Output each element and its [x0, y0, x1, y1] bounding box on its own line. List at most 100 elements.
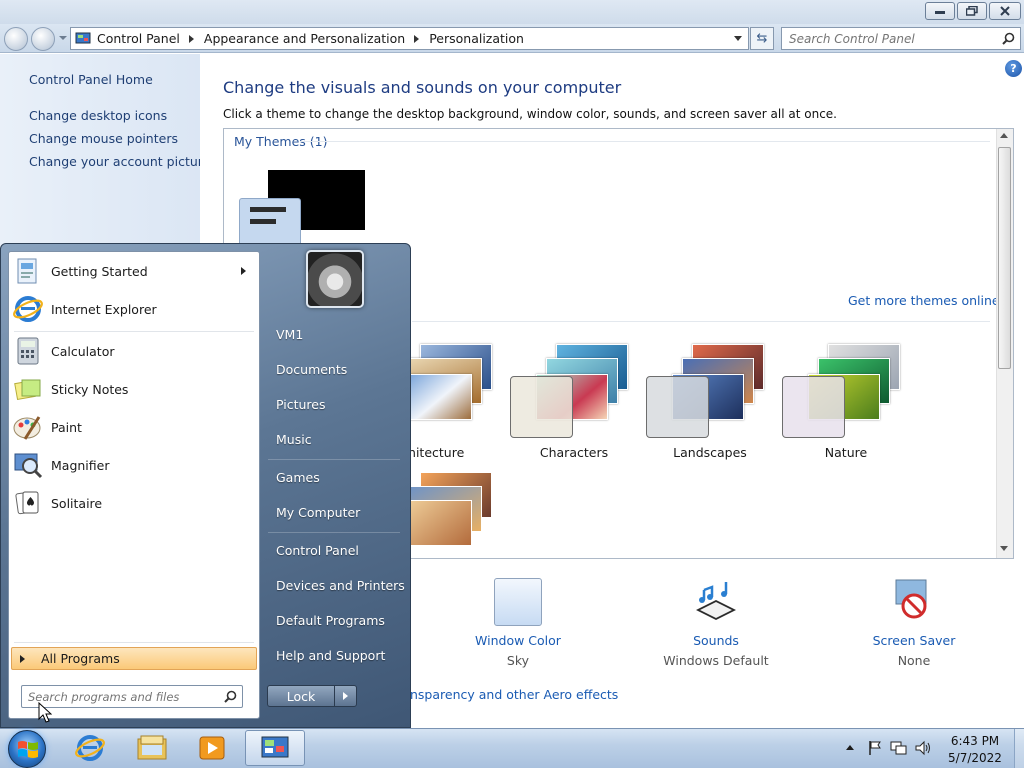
lock-button[interactable]: Lock	[267, 685, 357, 707]
clock-time[interactable]: 6:43 PM	[940, 734, 1010, 748]
media-player-icon	[199, 736, 225, 760]
sticky-notes-icon	[13, 374, 43, 404]
transparency-aero-effects-link[interactable]: nsparency and other Aero effects	[410, 687, 618, 702]
start-item-pictures[interactable]: Pictures	[276, 397, 326, 412]
change-desktop-icons-link[interactable]: Change desktop icons	[29, 108, 167, 123]
help-icon[interactable]: ?	[1005, 60, 1022, 77]
theme-label: Landscapes	[673, 445, 747, 460]
mouse-cursor-icon	[38, 702, 52, 723]
user-account-picture[interactable]	[306, 250, 364, 308]
start-item-help-support[interactable]: Help and Support	[276, 648, 385, 663]
start-item-my-computer[interactable]: My Computer	[276, 505, 360, 520]
start-button[interactable]	[8, 730, 46, 768]
sounds-icon[interactable]	[690, 578, 742, 626]
address-dropdown-icon[interactable]	[734, 36, 742, 41]
program-getting-started[interactable]: Getting Started	[9, 253, 259, 289]
theme-characters[interactable]: Characters	[510, 340, 646, 465]
theme-label: Nature	[824, 445, 868, 460]
menu-separator	[14, 331, 254, 332]
section-divider	[300, 141, 990, 142]
program-sticky-notes[interactable]: Sticky Notes	[9, 371, 259, 407]
unsaved-theme-window-preview[interactable]	[239, 198, 301, 248]
search-icon[interactable]	[1002, 32, 1015, 45]
all-programs-button[interactable]: All Programs	[11, 647, 257, 670]
recent-pages-dropdown[interactable]	[59, 36, 67, 40]
search-input[interactable]	[782, 30, 992, 47]
start-item-control-panel[interactable]: Control Panel	[276, 543, 359, 558]
screen-saver-link[interactable]: Screen Saver	[844, 633, 984, 648]
scroll-down-arrow-icon[interactable]	[1000, 546, 1008, 551]
breadcrumb-control-panel[interactable]: Control Panel	[97, 31, 180, 46]
program-magnifier[interactable]: Magnifier	[9, 447, 259, 483]
start-item-devices-printers[interactable]: Devices and Printers	[276, 578, 405, 593]
show-desktop-button[interactable]	[1014, 729, 1024, 768]
theme-landscapes[interactable]: Landscapes	[646, 340, 782, 465]
start-item-default-programs[interactable]: Default Programs	[276, 613, 385, 628]
control-panel-icon	[75, 32, 91, 43]
back-button[interactable]	[4, 27, 28, 51]
window-color-value: Sky	[506, 653, 530, 668]
internet-explorer-icon	[75, 735, 105, 761]
show-hidden-icons-arrow-icon[interactable]	[846, 745, 854, 750]
calculator-icon	[13, 336, 43, 366]
program-internet-explorer[interactable]: Internet Explorer	[9, 291, 259, 327]
title-bar	[0, 0, 1024, 24]
taskbar-windows-explorer[interactable]	[124, 730, 180, 766]
paint-icon	[13, 412, 43, 442]
change-account-picture-link[interactable]: Change your account picture	[29, 154, 210, 169]
start-item-games[interactable]: Games	[276, 470, 320, 485]
program-calculator[interactable]: Calculator	[9, 333, 259, 369]
window-color-swatch-icon[interactable]	[494, 578, 542, 626]
forward-button[interactable]	[31, 27, 55, 51]
screen-saver-value: None	[897, 653, 931, 668]
restore-button[interactable]	[957, 2, 987, 20]
submenu-arrow-icon[interactable]	[241, 267, 246, 275]
sounds-link[interactable]: Sounds	[646, 633, 786, 648]
theme-nature[interactable]: Nature	[782, 340, 918, 465]
breadcrumb-arrow-icon[interactable]	[414, 34, 420, 43]
address-bar[interactable]: Control Panel Appearance and Personaliza…	[70, 27, 749, 50]
magnifier-icon	[13, 450, 43, 480]
sounds-value: Windows Default	[663, 653, 769, 668]
control-panel-home-link[interactable]: Control Panel Home	[29, 72, 153, 87]
minimize-button[interactable]	[925, 2, 955, 20]
refresh-button[interactable]: ⇆	[750, 27, 774, 50]
clock-date[interactable]: 5/7/2022	[940, 751, 1010, 765]
folder-icon	[137, 735, 167, 760]
getting-started-icon	[13, 256, 43, 286]
breadcrumb-arrow-icon[interactable]	[188, 34, 194, 43]
program-label: Paint	[51, 419, 82, 435]
search-box[interactable]	[781, 27, 1021, 50]
taskbar-internet-explorer[interactable]	[62, 730, 118, 766]
program-solitaire[interactable]: Solitaire	[9, 485, 259, 521]
section-divider	[412, 321, 990, 322]
program-label: Solitaire	[51, 495, 103, 511]
window-color-link[interactable]: Window Color	[448, 633, 588, 648]
theme-glass-color	[646, 376, 709, 438]
close-button[interactable]	[989, 2, 1021, 20]
breadcrumb-personalization[interactable]: Personalization	[429, 31, 524, 46]
all-programs-label: All Programs	[41, 651, 120, 666]
breadcrumb-appearance[interactable]: Appearance and Personalization	[204, 31, 405, 46]
start-item-documents[interactable]: Documents	[276, 362, 347, 377]
program-paint[interactable]: Paint	[9, 409, 259, 445]
taskbar-control-panel[interactable]	[245, 730, 305, 766]
scroll-up-arrow-icon[interactable]	[1000, 133, 1008, 138]
start-item-music[interactable]: Music	[276, 432, 312, 447]
get-more-themes-link[interactable]: Get more themes online	[848, 293, 1000, 308]
menu-separator	[268, 459, 400, 460]
page-title: Change the visuals and sounds on your co…	[223, 78, 622, 97]
search-icon[interactable]	[224, 690, 237, 703]
volume-icon[interactable]	[914, 740, 932, 756]
lock-label: Lock	[286, 688, 316, 704]
start-item-user-folder[interactable]: VM1	[276, 327, 303, 342]
action-center-flag-icon[interactable]	[867, 740, 883, 756]
screen-saver-icon[interactable]	[890, 578, 940, 626]
restore-icon	[966, 6, 978, 16]
start-search-box[interactable]	[21, 685, 243, 708]
network-icon[interactable]	[890, 740, 908, 756]
scroll-thumb[interactable]	[998, 147, 1011, 369]
taskbar-media-player[interactable]	[184, 730, 240, 766]
change-mouse-pointers-link[interactable]: Change mouse pointers	[29, 131, 178, 146]
shutdown-options-arrow-icon[interactable]	[334, 686, 356, 706]
